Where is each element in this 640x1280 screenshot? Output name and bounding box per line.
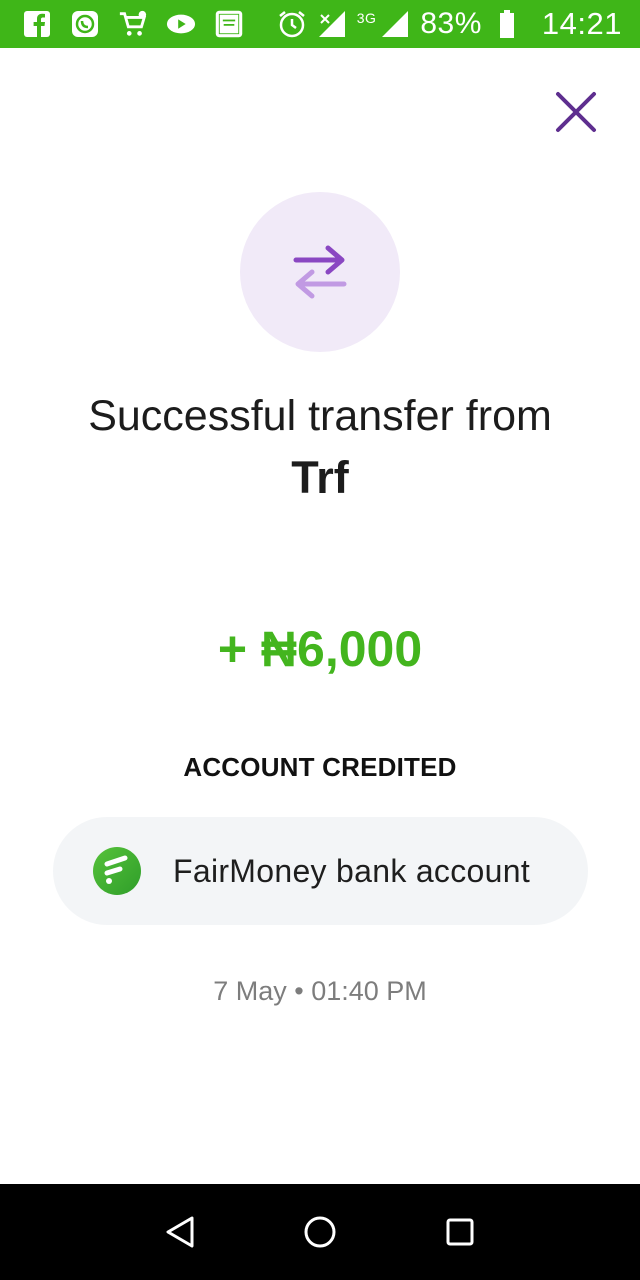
- signal-3g-icon: [380, 9, 410, 39]
- system-icons: 3G 83% 14:21: [277, 6, 640, 42]
- transfer-arrows-icon: [293, 245, 347, 299]
- notification-icons: [0, 9, 244, 39]
- play-icon: [166, 9, 196, 39]
- fairmoney-logo-icon: [93, 847, 141, 895]
- home-button[interactable]: [300, 1212, 340, 1252]
- status-bar: 3G 83% 14:21: [0, 0, 640, 48]
- close-button[interactable]: [550, 86, 602, 138]
- alarm-icon: [277, 9, 307, 39]
- transfer-title: Successful transfer from: [88, 392, 552, 440]
- navigation-bar: [0, 1184, 640, 1280]
- battery-percent: 83%: [420, 7, 482, 40]
- close-icon: [556, 92, 596, 132]
- transfer-sender: Trf: [291, 452, 349, 503]
- transfer-icon-circle: [240, 192, 400, 352]
- clock: 14:21: [541, 6, 622, 41]
- battery-icon: [492, 9, 522, 39]
- signal-icon: [317, 9, 347, 39]
- back-button[interactable]: [160, 1212, 200, 1252]
- account-name: FairMoney bank account: [173, 852, 531, 889]
- whatsapp-icon: [70, 9, 100, 39]
- transfer-amount: + ₦6,000: [217, 621, 423, 677]
- network-type-label: 3G: [356, 10, 377, 26]
- account-credited-label: ACCOUNT CREDITED: [183, 752, 457, 782]
- home-icon: [304, 1216, 336, 1248]
- recents-icon: [446, 1218, 474, 1246]
- shopping-cart-icon: [118, 9, 148, 39]
- bible-icon: [214, 9, 244, 39]
- credited-account-card: FairMoney bank account: [53, 817, 588, 925]
- transaction-datetime: 7 May • 01:40 PM: [213, 976, 427, 1006]
- facebook-icon: [22, 9, 52, 39]
- back-icon: [166, 1216, 194, 1248]
- recents-button[interactable]: [440, 1212, 480, 1252]
